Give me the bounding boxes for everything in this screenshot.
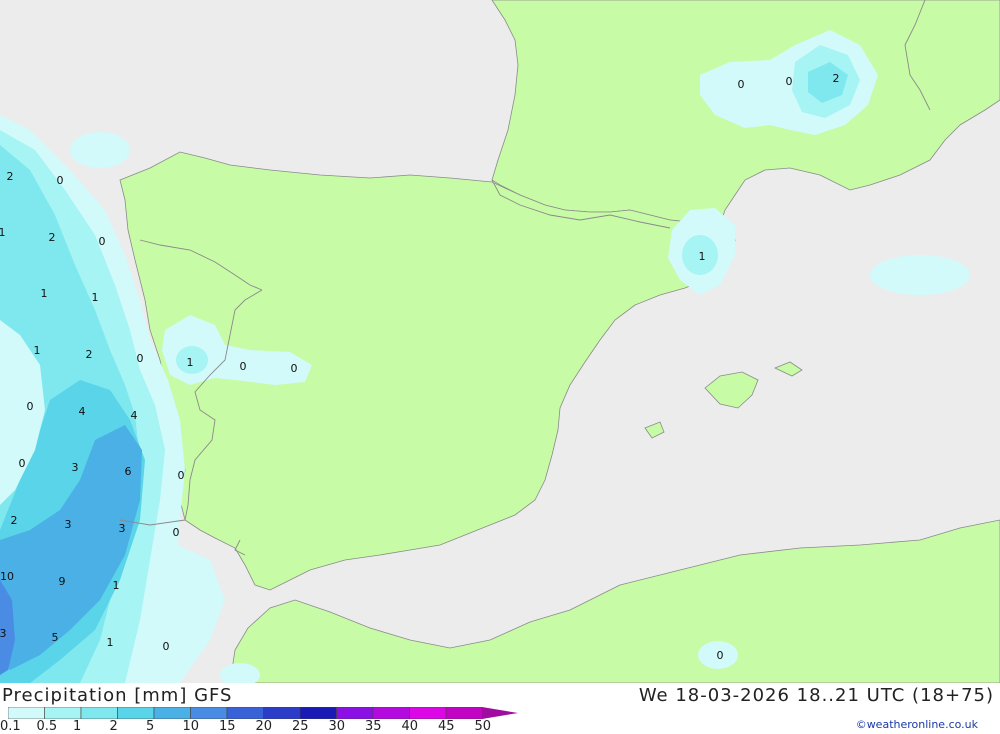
legend-colorbar	[8, 707, 518, 719]
precip-value-label: 4	[79, 405, 86, 418]
precip-value-label: 0	[163, 640, 170, 653]
credit-link[interactable]: ©weatheronline.co.uk	[856, 718, 978, 731]
legend-label: 45	[438, 719, 455, 734]
precip-value-label: 0	[738, 78, 745, 91]
legend-label: 20	[255, 719, 273, 734]
legend-swatch	[445, 707, 483, 719]
legend-swatch	[409, 707, 447, 719]
legend-swatch	[336, 707, 374, 719]
precip-value-label: 1	[41, 287, 48, 300]
precip-value-label: 10	[0, 570, 14, 583]
precip-value-label: 9	[59, 575, 66, 588]
precip-blob	[70, 132, 130, 168]
legend-swatch	[226, 707, 264, 719]
precip-value-label: 2	[833, 72, 840, 85]
legend-swatch	[153, 707, 191, 719]
legend-swatch	[8, 707, 45, 719]
precipitation-map: 2 0 1 2 0 1 1 1 2 0 0 4 4 0 3 6 0 2 3 3 …	[0, 0, 1000, 683]
precip-value-label: 0	[99, 235, 106, 248]
legend-label: 1	[73, 719, 82, 734]
legend-swatch	[372, 707, 410, 719]
map-title: Precipitation [mm] GFS	[2, 685, 233, 706]
precip-value-label: 1	[0, 226, 6, 239]
precip-value-label: 0	[19, 457, 26, 470]
precip-value-label: 3	[0, 627, 7, 640]
precip-value-label: 0	[717, 649, 724, 662]
precip-value-label: 0	[173, 526, 180, 539]
legend-label: 40	[401, 719, 419, 734]
precip-value-label: 3	[65, 518, 72, 531]
color-legend: 0.1 0.5 1 2 5 10 15 20 25 30 35 40 45 50	[0, 707, 528, 734]
legend-label: 15	[219, 719, 236, 734]
precip-value-label: 2	[11, 514, 18, 527]
precip-value-label: 1	[34, 344, 41, 357]
legend-swatch	[190, 707, 228, 719]
precip-value-label: 0	[178, 469, 185, 482]
legend-label: 0.1	[0, 719, 21, 734]
precip-value-label: 0	[786, 75, 793, 88]
precip-value-label: 0	[137, 352, 144, 365]
precip-value-label: 2	[49, 231, 56, 244]
legend-swatch	[299, 707, 337, 719]
legend-swatch	[263, 707, 301, 719]
legend-label: 30	[328, 719, 346, 734]
legend-swatch	[80, 707, 118, 719]
legend-label: 2	[109, 719, 118, 734]
precip-value-label: 1	[113, 579, 120, 592]
precip-value-label: 0	[57, 174, 64, 187]
precip-value-label: 2	[86, 348, 93, 361]
precip-value-label: 5	[52, 631, 59, 644]
precip-value-label: 1	[107, 636, 114, 649]
legend-swatch	[117, 707, 155, 719]
precip-value-label: 0	[240, 360, 247, 373]
legend-label: 50	[474, 719, 492, 734]
legend-label: 0.5	[36, 719, 58, 734]
precip-value-label: 3	[72, 461, 79, 474]
precip-value-label: 4	[131, 409, 138, 422]
valid-time: We 18-03-2026 18..21 UTC (18+75)	[638, 685, 994, 706]
precip-value-label: 3	[119, 522, 126, 535]
precip-value-label: 1	[699, 250, 706, 263]
legend-arrow	[482, 707, 518, 719]
legend-label: 5	[146, 719, 155, 734]
map-footer: Precipitation [mm] GFS We 18-03-2026 18.…	[0, 683, 1000, 734]
precip-value-label: 0	[27, 400, 34, 413]
precip-value-label: 6	[125, 465, 132, 478]
precip-blob	[870, 255, 970, 295]
legend-swatch	[44, 707, 82, 719]
legend-label: 25	[292, 719, 309, 734]
legend-label: 10	[182, 719, 200, 734]
legend-label: 35	[365, 719, 382, 734]
precip-value-label: 0	[291, 362, 298, 375]
precip-value-label: 1	[92, 291, 99, 304]
precip-value-label: 2	[7, 170, 14, 183]
precip-value-label: 1	[187, 356, 194, 369]
